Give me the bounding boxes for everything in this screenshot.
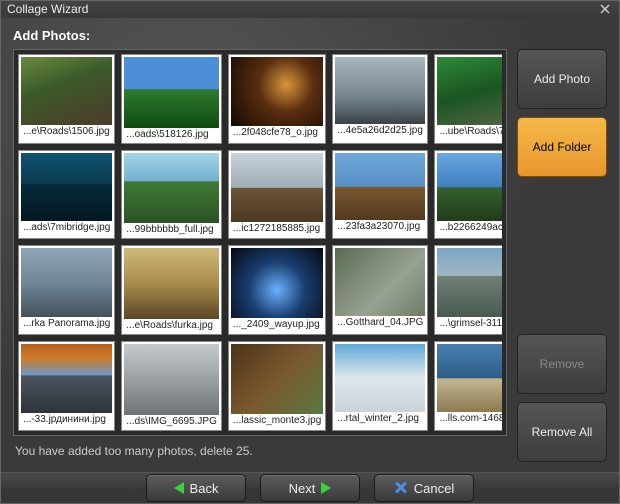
thumbnail-filename: ..._2409_wayup.jpg: [231, 318, 323, 331]
thumbnail-filename: ...lls.com-14683.jpg: [437, 412, 502, 425]
thumbnail[interactable]: ...lassic_monte3.jpg: [228, 341, 326, 431]
cancel-label: Cancel: [414, 481, 454, 496]
side-buttons: Add Photo Add Folder Remove Remove All: [517, 49, 607, 463]
cancel-button[interactable]: Cancel: [374, 474, 474, 502]
thumbnail[interactable]: ...ic1272185885.jpg: [228, 150, 326, 240]
thumbnail[interactable]: ...\grimsel-311.jpg: [434, 245, 502, 335]
thumbnail-image: [124, 57, 219, 128]
thumbnail-filename: ...e\Roads\furka.jpg: [124, 319, 219, 332]
photo-grid: ...e\Roads\1506.jpg ...oads\518126.jpg...…: [18, 54, 500, 432]
thumbnail-image: [21, 248, 112, 316]
thumbnail[interactable]: ...99bbbbbb_full.jpg: [121, 150, 222, 240]
titlebar: Collage Wizard: [1, 1, 619, 18]
thumbnail-image: [335, 153, 425, 221]
arrow-right-icon: [321, 482, 331, 494]
status-message: You have added too many photos, delete 2…: [13, 436, 507, 462]
thumbnail-image: [231, 57, 323, 126]
thumbnail[interactable]: ...ube\Roads\79.jpg: [434, 54, 502, 144]
thumbnail-filename: ...2f048cfe78_o.jpg: [231, 126, 323, 139]
thumbnail-filename: ...b2266249ace.jpg: [437, 221, 502, 234]
thumbnail[interactable]: ...lls.com-14683.jpg: [434, 341, 502, 431]
thumbnail-image: [21, 57, 112, 125]
content-row: ...e\Roads\1506.jpg ...oads\518126.jpg...…: [13, 49, 607, 463]
next-button[interactable]: Next: [260, 474, 360, 502]
thumbnail-filename: ...-33.jрдинини.jpg: [21, 413, 112, 426]
thumbnail-image: [437, 344, 502, 412]
thumbnail-image: [437, 57, 502, 125]
thumbnail-image: [21, 153, 112, 221]
thumbnail[interactable]: ...23fa3a23070.jpg: [332, 150, 428, 240]
thumbnail-image: [124, 344, 219, 415]
thumbnail-image: [124, 153, 219, 224]
thumbnail-image: [437, 248, 502, 316]
add-folder-button[interactable]: Add Folder: [517, 117, 607, 177]
remove-all-button[interactable]: Remove All: [517, 402, 607, 462]
thumbnail[interactable]: ...-33.jрдинини.jpg: [18, 341, 115, 431]
thumbnail[interactable]: ...2f048cfe78_o.jpg: [228, 54, 326, 144]
add-photo-button[interactable]: Add Photo: [517, 49, 607, 109]
thumbnail-image: [21, 344, 112, 412]
gallery-panel: ...e\Roads\1506.jpg ...oads\518126.jpg...…: [13, 49, 507, 463]
dialog-body: Add Photos: ...e\Roads\1506.jpg ...oads\5…: [1, 18, 619, 473]
thumbnail-filename: ...23fa3a23070.jpg: [335, 220, 425, 233]
thumbnail[interactable]: ..._2409_wayup.jpg: [228, 245, 326, 335]
thumbnail-filename: ...ube\Roads\79.jpg: [437, 125, 502, 138]
thumbnail-filename: ...e\Roads\1506.jpg: [21, 125, 112, 138]
gallery-frame: ...e\Roads\1506.jpg ...oads\518126.jpg...…: [13, 49, 507, 437]
bottom-bar: Back Next Cancel: [1, 472, 619, 503]
thumbnail-filename: ...Gotthard_04.JPG: [335, 316, 425, 329]
thumbnail[interactable]: ...e\Roads\1506.jpg: [18, 54, 115, 144]
thumbnail[interactable]: ...ads\7mibridge.jpg: [18, 150, 115, 240]
thumbnail[interactable]: ...rtal_winter_2.jpg: [332, 341, 428, 431]
thumbnail-image: [335, 344, 425, 412]
thumbnail-filename: ...lassic_monte3.jpg: [231, 414, 323, 427]
thumbnail-filename: ...oads\518126.jpg: [124, 128, 219, 141]
thumbnail-filename: ...ic1272185885.jpg: [231, 222, 323, 235]
back-button[interactable]: Back: [146, 474, 246, 502]
thumbnail-filename: ...\grimsel-311.jpg: [437, 317, 502, 330]
thumbnail[interactable]: ...oads\518126.jpg: [121, 54, 222, 144]
cancel-x-icon: [394, 481, 408, 495]
thumbnail-filename: ...ds\IMG_6695.JPG: [124, 415, 219, 428]
thumbnail[interactable]: ...e\Roads\furka.jpg: [121, 245, 222, 335]
thumbnail-filename: ...rtal_winter_2.jpg: [335, 412, 425, 425]
remove-button[interactable]: Remove: [517, 334, 607, 394]
thumbnail[interactable]: ...4e5a26d2d25.jpg: [332, 54, 428, 144]
close-button[interactable]: [597, 1, 613, 17]
thumbnail-image: [231, 344, 323, 413]
thumbnail-image: [231, 248, 323, 317]
thumbnail[interactable]: ...rka Panorama.jpg: [18, 245, 115, 335]
next-label: Next: [289, 481, 316, 496]
thumbnail[interactable]: ...Gotthard_04.JPG: [332, 245, 428, 335]
thumbnail-filename: ...4e5a26d2d25.jpg: [335, 124, 425, 137]
close-icon: [600, 4, 610, 14]
thumbnail-image: [335, 248, 425, 316]
thumbnail-image: [124, 248, 219, 319]
back-label: Back: [190, 481, 219, 496]
thumbnail-filename: ...99bbbbbb_full.jpg: [124, 223, 219, 236]
arrow-left-icon: [174, 482, 184, 494]
thumbnail-image: [335, 57, 425, 125]
gallery-scroll[interactable]: ...e\Roads\1506.jpg ...oads\518126.jpg...…: [18, 54, 502, 432]
thumbnail-image: [231, 153, 323, 222]
window-title: Collage Wizard: [7, 2, 597, 16]
thumbnail-image: [437, 153, 502, 221]
section-label: Add Photos:: [13, 28, 607, 43]
thumbnail-filename: ...rka Panorama.jpg: [21, 317, 112, 330]
collage-wizard-window: Collage Wizard Add Photos: ...e\Roads\15…: [0, 0, 620, 504]
thumbnail-filename: ...ads\7mibridge.jpg: [21, 221, 112, 234]
thumbnail[interactable]: ...ds\IMG_6695.JPG: [121, 341, 222, 431]
thumbnail[interactable]: ...b2266249ace.jpg: [434, 150, 502, 240]
